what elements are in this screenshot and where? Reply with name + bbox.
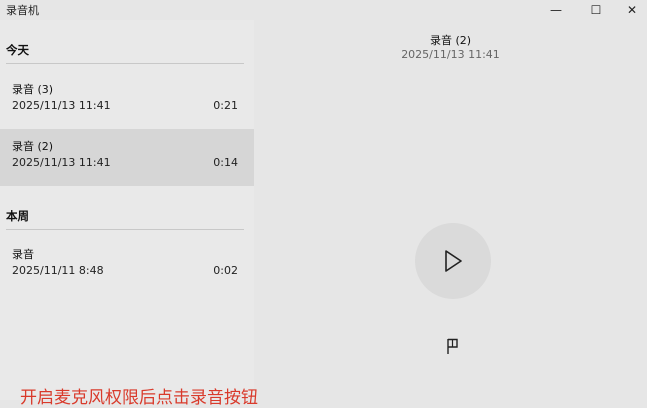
recording-duration: 0:21: [213, 99, 238, 112]
recording-duration: 0:02: [213, 264, 238, 277]
player-pane: 录音 (2) 2025/11/13 11:41: [254, 20, 647, 400]
play-button[interactable]: [415, 223, 491, 299]
recording-date: 2025/11/13 11:41: [12, 156, 111, 169]
app-title: 录音机: [6, 4, 39, 17]
recordings-list: 今天 录音 (3) 2025/11/13 11:41 0:21 录音 (2) 2…: [0, 20, 254, 400]
recording-item-3[interactable]: 录音 (3) 2025/11/13 11:41 0:21: [0, 72, 254, 129]
minimize-icon: —: [550, 3, 562, 17]
instruction-caption: 开启麦克风权限后点击录音按钮: [20, 388, 258, 408]
flag-icon: [447, 338, 458, 354]
recording-name: 录音: [12, 248, 34, 261]
group-header-this-week: 本周: [6, 209, 29, 223]
recording-item-1[interactable]: 录音 2025/11/11 8:48 0:02: [0, 237, 254, 294]
group-divider: [6, 229, 244, 230]
maximize-icon: ☐: [590, 3, 602, 17]
recording-date: 2025/11/11 8:48: [12, 264, 104, 277]
close-icon: ✕: [626, 3, 638, 17]
current-recording-date: 2025/11/13 11:41: [401, 48, 500, 61]
close-button[interactable]: ✕: [614, 0, 647, 20]
play-icon: [445, 250, 462, 272]
minimize-button[interactable]: —: [538, 0, 574, 20]
title-bar: 录音机 — ☐ ✕: [0, 0, 647, 20]
recording-duration: 0:14: [213, 156, 238, 169]
recording-name: 录音 (3): [12, 83, 54, 96]
group-header-today: 今天: [6, 43, 29, 57]
recording-name: 录音 (2): [12, 140, 54, 153]
add-marker-button[interactable]: [444, 336, 462, 356]
group-divider: [6, 63, 244, 64]
maximize-button[interactable]: ☐: [578, 0, 614, 20]
recording-date: 2025/11/13 11:41: [12, 99, 111, 112]
current-recording-title: 录音 (2): [429, 34, 472, 47]
recording-item-2[interactable]: 录音 (2) 2025/11/13 11:41 0:14: [0, 129, 254, 186]
